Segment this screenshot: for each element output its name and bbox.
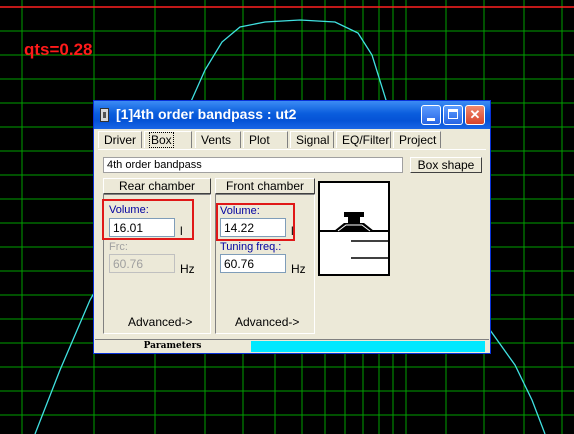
window-title: [1]4th order bandpass : ut2 [116,106,297,122]
front-volume-input[interactable]: 14.22 [220,218,286,237]
front-volume-label: Volume: [220,205,260,217]
tab-vents[interactable]: Vents [195,131,241,148]
enclosure-diagram [318,181,390,276]
box-type-field: 4th order bandpass [103,157,403,173]
title-bar[interactable]: [1]4th order bandpass : ut2 ✕ [94,101,490,129]
rear-volume-label: Volume: [109,204,149,216]
tab-driver[interactable]: Driver [98,131,142,148]
front-volume-unit: l [291,224,294,238]
app-icon[interactable] [100,108,109,122]
status-progress-fill [251,341,485,352]
front-tuning-unit: Hz [291,262,306,276]
rear-volume-input[interactable]: 16.01 [109,218,175,237]
box-window: [1]4th order bandpass : ut2 ✕ Driver Box… [93,100,491,354]
rear-frc-label: Frc: [109,241,128,253]
close-button[interactable]: ✕ [465,105,485,125]
rear-volume-unit: l [180,224,183,238]
maximize-button[interactable] [443,105,463,125]
front-advanced-link[interactable]: Advanced-> [235,315,299,329]
tab-underline [98,149,486,150]
status-bar: Parameters [95,339,489,353]
box-shape-button[interactable]: Box shape [410,157,482,173]
rear-frc-unit: Hz [180,262,195,276]
tab-eq-filter[interactable]: EQ/Filter [336,131,391,148]
tab-project[interactable]: Project [393,131,441,148]
front-tuning-label: Tuning freq.: [220,241,282,253]
tab-plot[interactable]: Plot [243,131,288,148]
front-tuning-input[interactable]: 60.76 [220,254,286,273]
status-label: Parameters [143,341,202,351]
rear-chamber-button[interactable]: Rear chamber [103,178,211,194]
bandpass-enclosure-icon [320,212,388,259]
qts-annotation: qts=0.28 [24,40,93,59]
rear-frc-input[interactable]: 60.76 [109,254,175,273]
rear-advanced-link[interactable]: Advanced-> [128,315,192,329]
tab-box[interactable]: Box [144,131,192,148]
minimize-button[interactable] [421,105,441,125]
tab-signal[interactable]: Signal [290,131,334,148]
front-chamber-button[interactable]: Front chamber [215,178,315,194]
